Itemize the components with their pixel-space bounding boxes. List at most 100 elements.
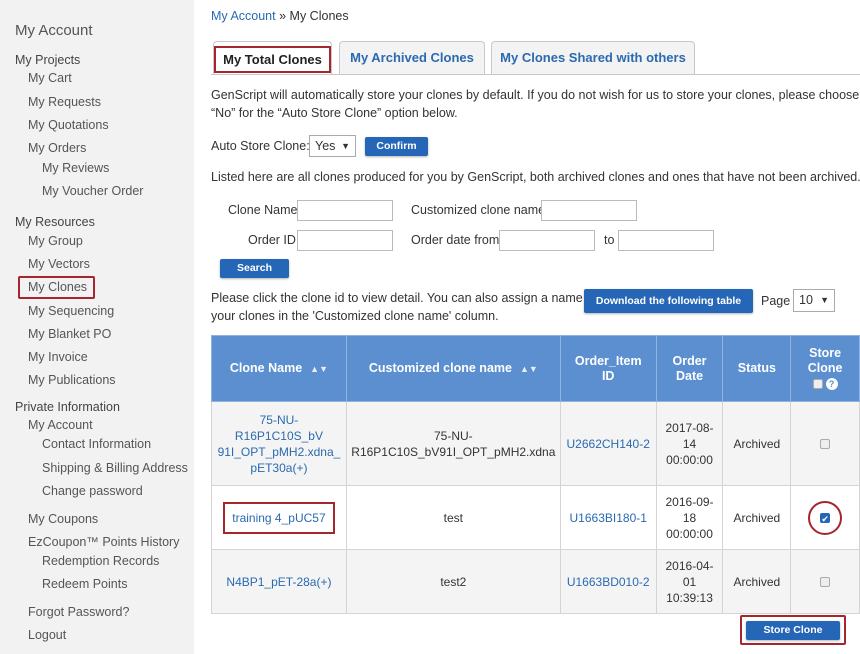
sidebar-item-redeem-points[interactable]: Redeem Points xyxy=(42,577,127,591)
table-header-row: Clone Name ▲▼ Customized clone name ▲▼ Ord… xyxy=(211,335,860,402)
sidebar-item-shipping-billing[interactable]: Shipping & Billing Address xyxy=(42,461,188,475)
order-item-cell[interactable]: U1663BI180-1 xyxy=(559,485,657,550)
order-date-from-label: Order date from xyxy=(411,233,500,247)
clone-name-link[interactable]: 91I_OPT_pMH2.xdna_ xyxy=(218,445,341,459)
sort-icon[interactable]: ▲▼ xyxy=(520,364,538,374)
sidebar-item-invoice[interactable]: My Invoice xyxy=(28,350,88,364)
breadcrumb-home-link[interactable]: My Account xyxy=(211,9,276,23)
customized-name-cell[interactable]: test xyxy=(345,485,561,550)
customized-name-cell[interactable]: 75-NU- R16P1C10S_bV91I_OPT_pMH2.xdna xyxy=(345,401,561,486)
clones-table: Clone Name ▲▼ Customized clone name ▲▼ Ord… xyxy=(211,335,860,614)
sidebar-item-orders[interactable]: My Orders xyxy=(28,141,86,155)
order-date-text: 2016-04- xyxy=(665,558,714,573)
order-item-cell[interactable]: U1663BD010-2 xyxy=(559,549,657,614)
sidebar-item-forgot-password[interactable]: Forgot Password? xyxy=(28,605,129,619)
clone-name-link[interactable]: R16P1C10S_bV xyxy=(235,429,323,443)
sidebar-item-change-password[interactable]: Change password xyxy=(42,484,143,498)
sidebar-item-vectors[interactable]: My Vectors xyxy=(28,257,90,271)
order-id-input[interactable] xyxy=(297,230,393,251)
clone-name-link[interactable]: pET30a(+) xyxy=(250,461,307,475)
sidebar-item-blanket-po[interactable]: My Blanket PO xyxy=(28,327,111,341)
status-cell: Archived xyxy=(722,549,792,614)
auto-store-value: Yes xyxy=(315,139,336,153)
download-table-button[interactable]: Download the following table xyxy=(584,289,753,313)
header-order-item: Order_Item ID xyxy=(559,335,657,402)
header-store-line2: Clone xyxy=(807,361,843,375)
tab-total-clones[interactable]: My Total Clones xyxy=(213,41,332,74)
clone-name-cell[interactable]: 75-NU- R16P1C10S_bV 91I_OPT_pMH2.xdna_ p… xyxy=(211,401,347,486)
order-item-link[interactable]: U1663BD010-2 xyxy=(567,575,650,589)
customized-name-text: test xyxy=(443,510,464,525)
sidebar-item-group[interactable]: My Group xyxy=(28,234,83,248)
auto-store-select[interactable]: Yes ▼ xyxy=(309,135,356,157)
clone-name-input[interactable] xyxy=(297,200,393,221)
order-date-cell: 2016-04- 01 10:39:13 xyxy=(655,549,724,614)
sidebar-item-requests[interactable]: My Requests xyxy=(28,95,101,109)
header-order-item-line2: ID xyxy=(601,368,615,383)
checkmark-icon[interactable]: ✔ xyxy=(820,513,831,524)
clone-name-cell[interactable]: training 4_pUC57 xyxy=(211,485,347,550)
listing-text: Listed here are all clones produced for … xyxy=(211,170,860,184)
store-clone-cell: ✔ xyxy=(790,485,860,550)
sidebar-item-sequencing[interactable]: My Sequencing xyxy=(28,304,114,318)
search-button[interactable]: Search xyxy=(220,259,289,278)
header-customized-label: Customized clone name xyxy=(368,360,512,375)
order-date-text: 00:00:00 xyxy=(666,526,713,541)
select-all-checkbox[interactable] xyxy=(812,378,823,389)
sidebar-title: My Account xyxy=(15,22,93,39)
header-clone-name[interactable]: Clone Name ▲▼ xyxy=(211,335,347,402)
sidebar-section-private: Private Information xyxy=(15,400,120,414)
clone-name-link[interactable]: 75-NU- xyxy=(260,413,299,427)
order-date-cell: 2017-08- 14 00:00:00 xyxy=(655,401,724,486)
sidebar-item-clones[interactable]: My Clones xyxy=(28,280,87,294)
sidebar-item-ezcoupon-history[interactable]: EzCoupon™ Points History xyxy=(28,535,179,549)
header-customized-name[interactable]: Customized clone name ▲▼ xyxy=(345,335,561,402)
customized-name-cell[interactable]: test2 xyxy=(345,549,561,614)
table-row: training 4_pUC57 test U1663BI180-1 2016-… xyxy=(211,485,860,550)
sidebar-item-contact-info[interactable]: Contact Information xyxy=(42,437,151,451)
store-clone-checkbox[interactable] xyxy=(820,577,831,588)
sidebar: My Account My Projects My Cart My Reques… xyxy=(0,0,194,654)
sidebar-item-cart[interactable]: My Cart xyxy=(28,71,72,85)
header-order-item-line1: Order_Item xyxy=(574,353,642,368)
header-order-date-line2: Date xyxy=(675,368,704,383)
sidebar-item-logout[interactable]: Logout xyxy=(28,628,66,642)
page-label: Page xyxy=(761,294,791,308)
customized-name-input[interactable] xyxy=(541,200,637,221)
store-clone-cell xyxy=(790,549,860,614)
sidebar-item-coupons[interactable]: My Coupons xyxy=(28,512,98,526)
order-item-cell[interactable]: U2662CH140-2 xyxy=(559,401,657,486)
help-icon[interactable]: ? xyxy=(825,378,838,390)
sidebar-item-redemption-records[interactable]: Redemption Records xyxy=(42,554,159,568)
breadcrumb-current: My Clones xyxy=(289,9,349,23)
order-date-text: 10:39:13 xyxy=(666,590,713,605)
tab-shared-clones[interactable]: My Clones Shared with others xyxy=(491,41,695,74)
detail-line-2: your clones in the 'Customized clone nam… xyxy=(211,309,499,323)
order-date-text: 00:00:00 xyxy=(666,452,713,467)
order-date-from-input[interactable] xyxy=(499,230,595,251)
order-date-text: 18 xyxy=(682,510,697,525)
order-date-text: 01 xyxy=(682,574,697,589)
tab-archived-clones[interactable]: My Archived Clones xyxy=(339,41,485,74)
sidebar-item-quotations[interactable]: My Quotations xyxy=(28,118,109,132)
tab-total-clones-label: My Total Clones xyxy=(214,46,331,73)
store-clone-button[interactable]: Store Clone xyxy=(746,621,840,640)
confirm-button[interactable]: Confirm xyxy=(365,137,428,156)
clone-name-link[interactable]: N4BP1_pET-28a(+) xyxy=(226,575,331,589)
clone-name-cell[interactable]: N4BP1_pET-28a(+) xyxy=(211,549,347,614)
page-size-select[interactable]: 10 ▼ xyxy=(793,289,835,312)
order-date-to-input[interactable] xyxy=(618,230,714,251)
sidebar-item-my-account[interactable]: My Account xyxy=(28,418,93,432)
store-clone-cell xyxy=(790,401,860,486)
sidebar-item-publications[interactable]: My Publications xyxy=(28,373,116,387)
order-item-link[interactable]: U1663BI180-1 xyxy=(570,511,647,525)
order-item-link[interactable]: U2662CH140-2 xyxy=(567,437,650,451)
clone-name-link[interactable]: training 4_pUC57 xyxy=(232,511,325,525)
sidebar-item-voucher-order[interactable]: My Voucher Order xyxy=(42,184,143,198)
store-clone-checkbox[interactable] xyxy=(820,439,831,450)
table-row: 75-NU- R16P1C10S_bV 91I_OPT_pMH2.xdna_ p… xyxy=(211,401,860,486)
detail-line-1: Please click the clone id to view detail… xyxy=(211,291,597,305)
sort-icon[interactable]: ▲▼ xyxy=(310,364,328,374)
sidebar-item-reviews[interactable]: My Reviews xyxy=(42,161,109,175)
header-store-line1: Store xyxy=(809,346,842,360)
